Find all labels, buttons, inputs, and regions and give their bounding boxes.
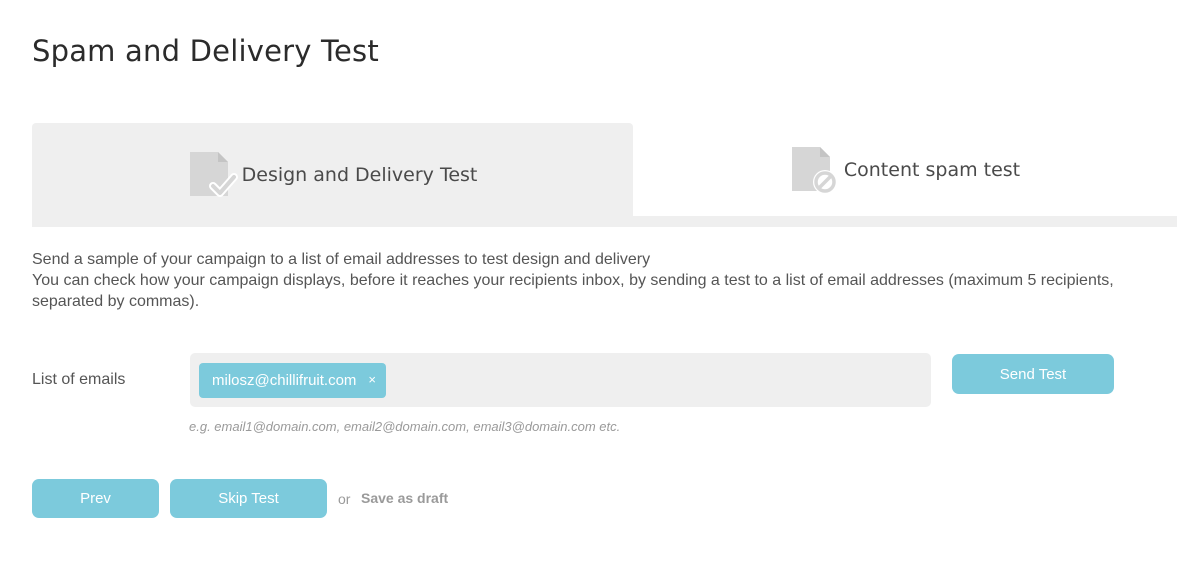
email-hint: e.g. email1@domain.com, email2@domain.co…: [189, 419, 621, 434]
description-body: You can check how your campaign displays…: [32, 272, 1114, 310]
tab-label: Design and Delivery Test: [241, 164, 478, 186]
description-heading: Send a sample of your campaign to a list…: [32, 251, 651, 268]
prev-button[interactable]: Prev: [32, 479, 159, 518]
email-chip: milosz@chillifruit.com ×: [199, 363, 386, 398]
or-separator: or: [338, 491, 351, 507]
send-test-button[interactable]: Send Test: [952, 354, 1114, 394]
page-title: Spam and Delivery Test: [32, 34, 379, 68]
remove-email-button[interactable]: ×: [368, 372, 376, 387]
email-list-input[interactable]: milosz@chillifruit.com ×: [190, 353, 931, 407]
tab-label: Content spam test: [843, 158, 1021, 181]
test-description: Send a sample of your campaign to a list…: [32, 249, 1172, 312]
skip-test-button[interactable]: Skip Test: [170, 479, 327, 518]
email-chip-value: milosz@chillifruit.com: [212, 372, 357, 389]
tab-design-delivery-test[interactable]: Design and Delivery Test: [32, 123, 633, 227]
test-type-tabs: Design and Delivery Test Content spam te…: [32, 123, 1177, 227]
emails-label: List of emails: [32, 371, 126, 388]
document-blocked-icon: [791, 146, 837, 194]
document-check-icon: [189, 152, 238, 197]
save-as-draft-link[interactable]: Save as draft: [361, 490, 448, 506]
tab-content-spam-test[interactable]: Content spam test: [633, 123, 1177, 216]
